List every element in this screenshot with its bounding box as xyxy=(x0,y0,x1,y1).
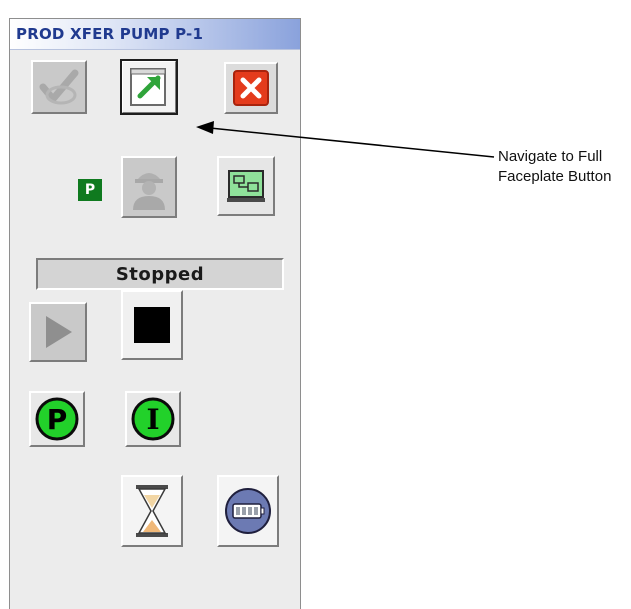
state-indicator: Stopped xyxy=(36,258,284,290)
hourglass-icon xyxy=(136,485,168,537)
acknowledge-check-icon xyxy=(39,69,79,105)
detail-display-button[interactable] xyxy=(217,156,275,216)
program-mode-button[interactable]: P xyxy=(29,391,85,447)
interlock-label: I xyxy=(146,402,160,436)
acknowledge-button[interactable] xyxy=(31,60,87,114)
close-button[interactable] xyxy=(224,62,278,114)
timer-button[interactable] xyxy=(121,475,183,547)
callout-line-1: Navigate to Full xyxy=(498,148,603,165)
start-button[interactable] xyxy=(29,302,87,362)
state-text: Stopped xyxy=(115,263,205,285)
navigate-full-faceplate-button[interactable] xyxy=(120,59,178,115)
maintenance-button[interactable] xyxy=(217,475,279,547)
navigate-full-faceplate-icon xyxy=(130,68,166,106)
display-window-icon xyxy=(227,170,265,202)
stop-button[interactable] xyxy=(121,290,183,360)
stop-square-icon xyxy=(134,307,170,343)
operator-button[interactable] xyxy=(121,156,177,218)
start-triangle-icon xyxy=(46,316,72,348)
close-icon xyxy=(233,70,269,106)
faceplate-panel: PROD XFER PUMP P-1 P Stopped P I xyxy=(9,18,301,609)
operator-icon xyxy=(133,173,165,210)
faceplate-title: PROD XFER PUMP P-1 xyxy=(16,25,204,43)
callout-label: Navigate to Full Faceplate Button xyxy=(498,147,628,187)
faceplate-title-bar: PROD XFER PUMP P-1 xyxy=(10,19,300,50)
program-mode-label: P xyxy=(46,402,68,436)
battery-gauge-icon xyxy=(225,488,271,534)
interlock-button[interactable]: I xyxy=(125,391,181,447)
program-mode-badge: P xyxy=(78,179,102,201)
callout-line-2: Faceplate Button xyxy=(498,168,612,185)
